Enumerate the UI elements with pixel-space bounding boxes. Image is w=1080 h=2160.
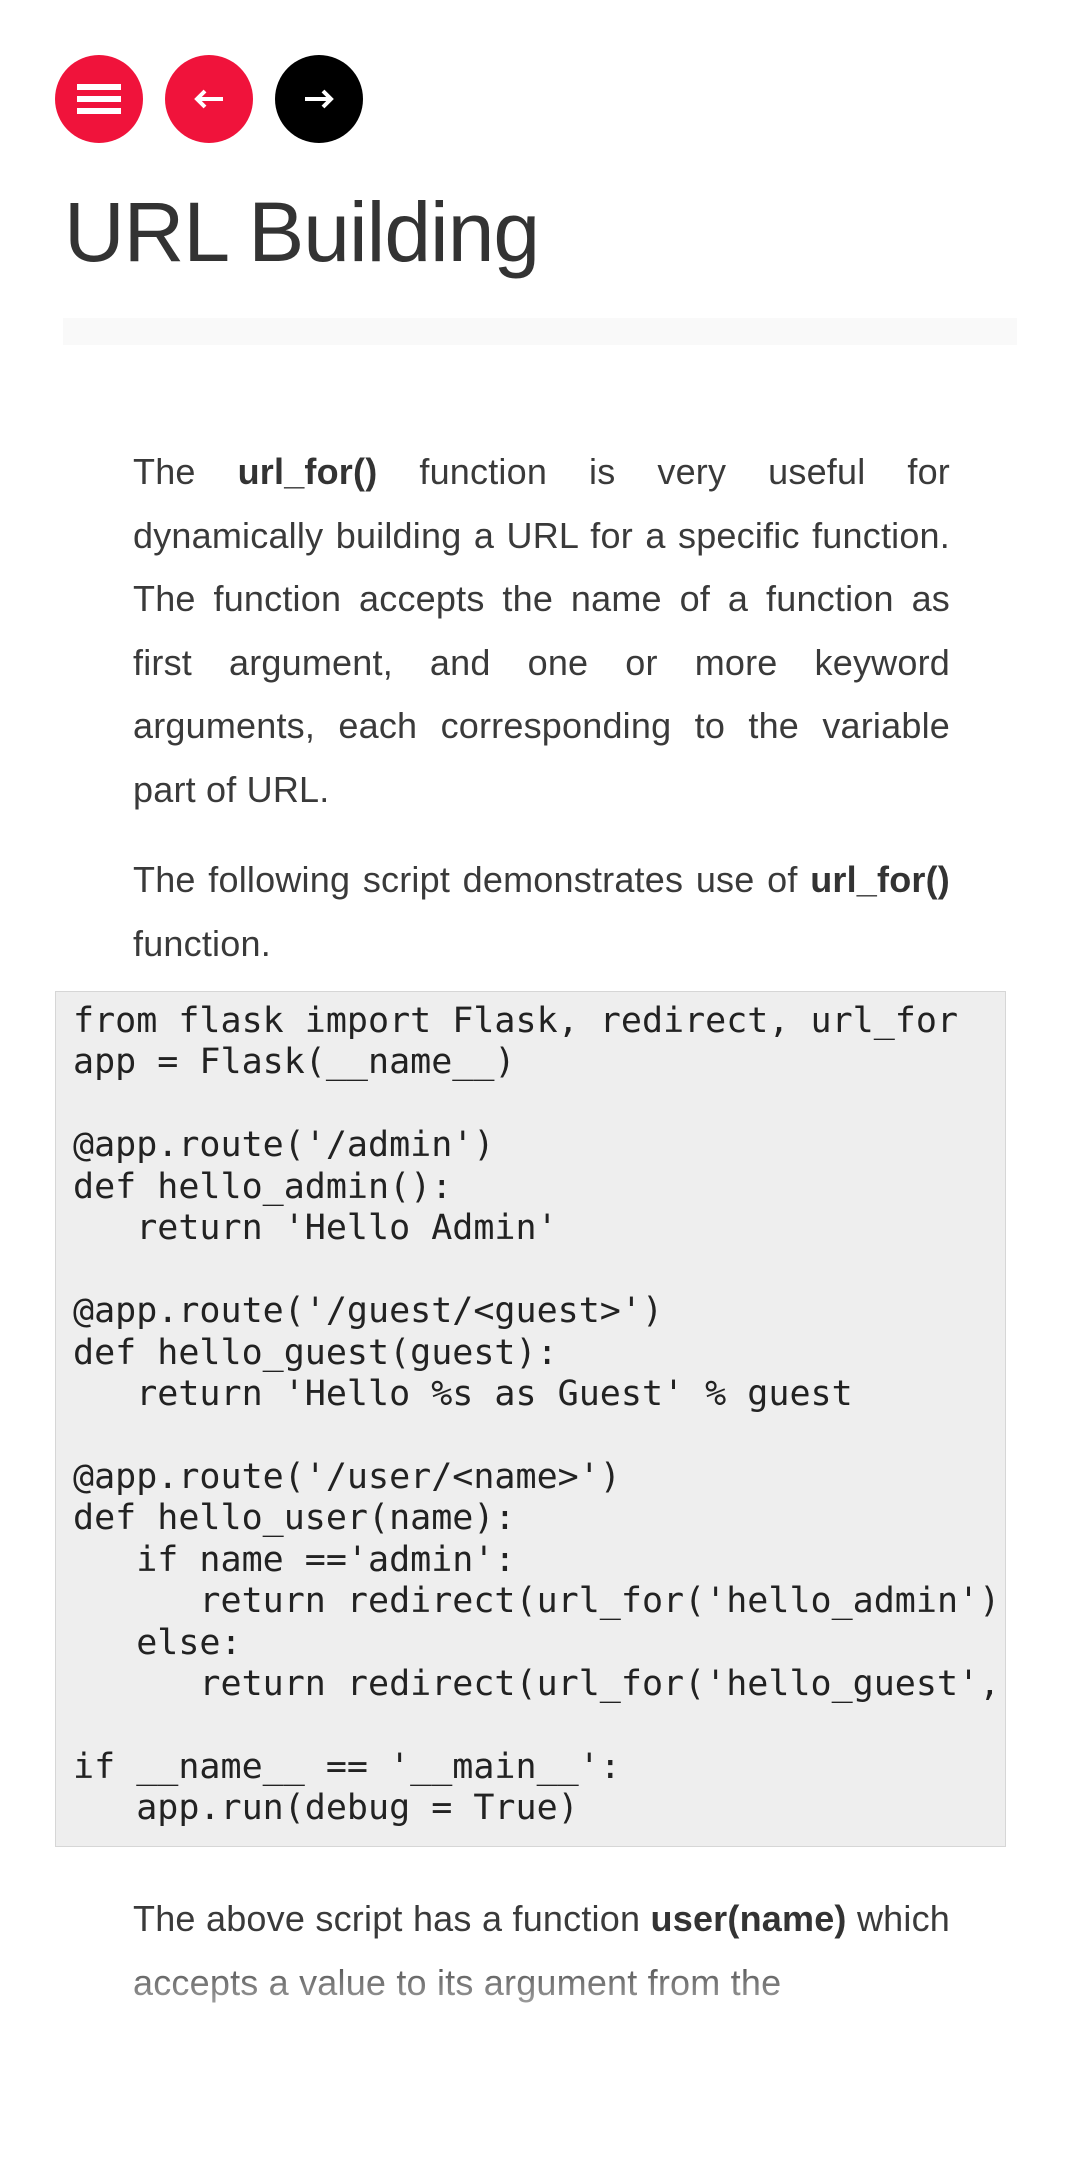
code-line: app.run(debug = True) <box>73 1788 579 1829</box>
text: The above script has a function <box>133 1898 651 1939</box>
code-line: else: <box>73 1622 242 1663</box>
code-line: return 'Hello %s as Guest' % guest <box>73 1373 853 1414</box>
code-line: def hello_admin(): <box>73 1166 453 1207</box>
explanation-paragraph: The above script has a function user(nam… <box>133 1887 950 2014</box>
page-title: URL Building <box>64 185 540 279</box>
code-block[interactable]: from flask import Flask, redirect, url_f… <box>55 991 1006 1847</box>
arrow-left-icon <box>194 89 223 109</box>
code-line: def hello_guest(guest): <box>73 1332 558 1373</box>
text: The following script demonstrates use of <box>133 859 811 900</box>
code-line: return redirect(url_for('hello_guest', <box>73 1664 1001 1704</box>
text: function is very useful for dynamically … <box>133 451 950 810</box>
intro-paragraph: The url_for() function is very useful fo… <box>133 440 950 821</box>
inline-code-term: url_for() <box>810 859 950 900</box>
code-line: if __name__ == '__main__': <box>73 1746 621 1787</box>
script-intro-paragraph: The following script demonstrates use of… <box>133 848 950 975</box>
code-line: def hello_user(name): <box>73 1498 516 1539</box>
code-line: return redirect(url_for('hello_admin')) <box>73 1581 1006 1622</box>
next-page-button[interactable] <box>275 55 363 143</box>
previous-page-button[interactable] <box>165 55 253 143</box>
code-line: if name =='admin': <box>73 1539 516 1580</box>
code-line: from flask import Flask, redirect, url_f… <box>73 1001 959 1041</box>
code-line: return 'Hello Admin' <box>73 1208 558 1249</box>
code-lines: from flask import Flask, redirect, url_f… <box>56 992 1005 1830</box>
text: The <box>133 451 238 492</box>
code-line: @app.route('/guest/<guest>') <box>73 1291 664 1332</box>
inline-code-term: user(name) <box>650 1898 847 1939</box>
text: function. <box>133 922 271 964</box>
code-line: app = Flask(__name__) <box>73 1042 516 1083</box>
code-line: @app.route('/admin') <box>73 1125 495 1166</box>
menu-button[interactable] <box>55 55 143 143</box>
title-divider <box>63 318 1017 345</box>
arrow-right-icon <box>305 89 334 109</box>
code-line: @app.route('/user/<name>') <box>73 1456 621 1497</box>
inline-code-term: url_for() <box>237 451 378 492</box>
hamburger-menu-icon <box>77 84 121 114</box>
